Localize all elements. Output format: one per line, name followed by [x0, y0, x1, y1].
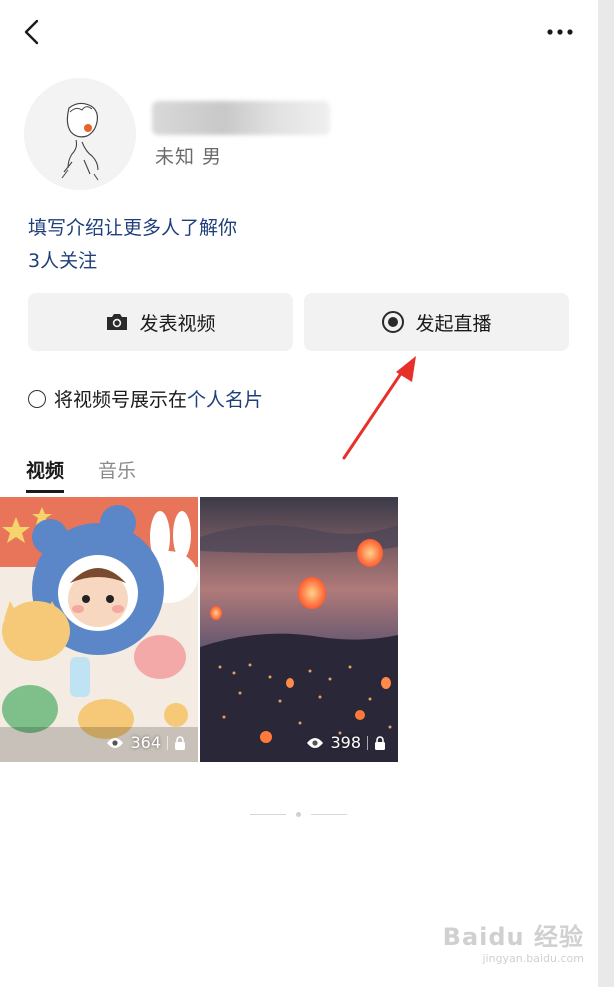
view-count: 364 — [130, 733, 161, 752]
eye-icon — [307, 737, 324, 748]
content-tabs: 视频 音乐 — [26, 456, 136, 493]
nickname-blurred — [152, 101, 330, 135]
baidu-watermark: Baidu 经验 jingyan.baidu.com — [443, 917, 584, 965]
video-thumbnail[interactable]: 364 — [0, 497, 198, 762]
lock-icon — [375, 735, 385, 750]
lock-icon — [175, 735, 185, 750]
post-video-label: 发表视频 — [139, 312, 216, 335]
red-arrow-annotation — [342, 356, 416, 460]
back-button[interactable] — [14, 14, 50, 50]
camera-icon — [107, 314, 128, 330]
sketch-avatar-image — [24, 78, 136, 190]
eye-icon — [107, 737, 124, 748]
tab-videos[interactable]: 视频 — [26, 456, 65, 493]
watermark-logo: Baidu 经验 — [442, 923, 584, 951]
post-video-button[interactable]: 发表视频 — [28, 293, 293, 351]
chevron-left-icon — [24, 19, 39, 45]
followers-count[interactable]: 3人关注 — [28, 246, 97, 273]
cartoon-baby-image — [0, 497, 198, 762]
personal-card-link[interactable]: 个人名片 — [187, 389, 263, 411]
video-stats: 364 — [106, 733, 186, 752]
more-button[interactable] — [542, 18, 578, 46]
show-on-card-toggle[interactable]: 将视频号展示在个人名片 — [28, 385, 263, 412]
sky-lanterns-image — [200, 497, 398, 762]
video-thumbnail[interactable]: 398 — [200, 497, 398, 762]
view-count: 398 — [330, 733, 361, 752]
tab-music[interactable]: 音乐 — [98, 456, 136, 493]
intro-prompt-link[interactable]: 填写介绍让更多人了解你 — [28, 213, 237, 240]
go-live-button[interactable]: 发起直播 — [304, 293, 569, 351]
profile-meta: 未知 男 — [155, 146, 223, 168]
video-stats: 398 — [306, 733, 386, 752]
scrollbar[interactable] — [598, 0, 614, 987]
end-of-list-indicator — [250, 812, 347, 817]
go-live-label: 发起直播 — [415, 312, 492, 335]
avatar[interactable] — [24, 78, 136, 190]
divider — [367, 735, 368, 750]
live-record-icon — [382, 311, 405, 333]
divider — [167, 735, 168, 750]
ellipsis-icon — [547, 29, 573, 35]
radio-button[interactable] — [28, 389, 46, 408]
watermark-url: jingyan.baidu.com — [482, 952, 584, 965]
toggle-label: 将视频号展示在 — [54, 389, 188, 411]
